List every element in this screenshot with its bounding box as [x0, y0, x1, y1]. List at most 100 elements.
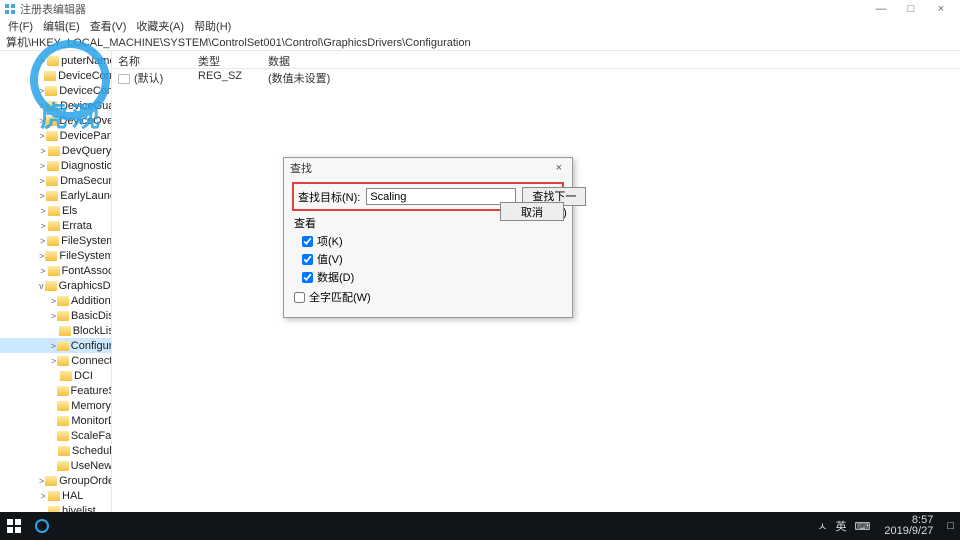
check-data[interactable] — [302, 272, 313, 283]
list-row[interactable]: (默认) REG_SZ (数值未设置) — [112, 69, 960, 85]
tree-item[interactable]: UseNewKey — [0, 458, 111, 473]
expand-arrow-icon[interactable]: > — [50, 311, 57, 321]
col-type[interactable]: 类型 — [192, 51, 262, 68]
tree-label: GraphicsDrivers — [59, 280, 111, 292]
menu-file[interactable]: 件(F) — [4, 18, 37, 34]
expand-arrow-icon[interactable]: v — [38, 281, 45, 291]
tree-item[interactable]: v GraphicsDrivers — [0, 278, 111, 293]
tree-label: DmaSecurity — [60, 175, 111, 187]
expand-arrow-icon[interactable]: > — [38, 191, 46, 201]
col-name[interactable]: 名称 — [112, 51, 192, 68]
tree-label: DevQuery — [62, 145, 111, 157]
menu-help[interactable]: 帮助(H) — [190, 18, 235, 34]
menu-edit[interactable]: 编辑(E) — [39, 18, 84, 34]
expand-arrow-icon[interactable]: > — [38, 266, 48, 276]
tree-item[interactable]: >Els — [0, 203, 111, 218]
tree-item[interactable]: >DeviceOverrid — [0, 113, 111, 128]
tree-item[interactable]: >DeviceContain — [0, 83, 111, 98]
folder-icon — [48, 206, 60, 216]
expand-arrow-icon[interactable]: > — [38, 221, 48, 231]
expand-arrow-icon[interactable]: > — [38, 491, 48, 501]
window-title: 注册表编辑器 — [20, 1, 86, 17]
tray-arrow-icon[interactable]: ㅅ — [817, 518, 827, 534]
tree-label: FeatureSetU — [71, 385, 112, 397]
menu-favorites[interactable]: 收藏夹(A) — [132, 18, 188, 34]
folder-icon — [48, 491, 60, 501]
tree-panel[interactable]: > puterNameDeviceContainers>DeviceContain… — [0, 51, 112, 512]
expand-arrow-icon[interactable]: > — [38, 116, 45, 126]
expand-arrow-icon[interactable]: > — [38, 161, 47, 171]
check-keys[interactable] — [302, 236, 313, 247]
ime-indicator[interactable]: 英 — [836, 518, 847, 534]
system-tray[interactable]: ㅅ 英 ⌨ 8:57 2019/9/27 □ — [811, 515, 960, 537]
check-whole[interactable] — [294, 292, 305, 303]
ime-icon[interactable]: ⌨ — [855, 520, 871, 533]
expand-arrow-icon[interactable]: > — [38, 86, 45, 96]
close-button[interactable]: × — [926, 3, 956, 15]
tree-item[interactable]: >FileSystem — [0, 233, 111, 248]
tree-item[interactable]: BlockList — [0, 323, 111, 338]
maximize-button[interactable]: □ — [896, 3, 926, 15]
tree-label: puterName — [61, 55, 111, 67]
cancel-button[interactable]: 取消 — [500, 202, 564, 221]
clock[interactable]: 8:57 2019/9/27 — [878, 515, 939, 537]
find-target-input[interactable] — [366, 188, 516, 205]
folder-icon — [47, 56, 59, 66]
folder-icon — [60, 371, 72, 381]
address-bar[interactable]: 算机\HKEY_LOCAL_MACHINE\SYSTEM\ControlSet0… — [0, 34, 960, 50]
tree-item[interactable]: >FileSystemUtil — [0, 248, 111, 263]
tree-item[interactable]: MemoryMa — [0, 398, 111, 413]
tree-item[interactable]: DCI — [0, 368, 111, 383]
tree-item[interactable]: >Errata — [0, 218, 111, 233]
expand-arrow-icon[interactable]: > — [38, 176, 46, 186]
notification-icon[interactable]: □ — [947, 520, 954, 532]
tree-item[interactable]: >DevicePanels — [0, 128, 111, 143]
tree-item[interactable]: Scheduler — [0, 443, 111, 458]
tree-item[interactable]: >AdditionalM — [0, 293, 111, 308]
task-app-icon[interactable] — [28, 512, 56, 540]
folder-icon — [45, 86, 57, 96]
tree-item[interactable]: >Connectivit — [0, 353, 111, 368]
tree-item[interactable]: >EarlyLaunch — [0, 188, 111, 203]
tree-item[interactable]: >HAL — [0, 488, 111, 503]
expand-arrow-icon[interactable]: > — [50, 296, 57, 306]
expand-arrow-icon[interactable]: > — [38, 101, 46, 111]
expand-arrow-icon[interactable]: > — [50, 356, 57, 366]
row-data: (数值未设置) — [262, 69, 382, 85]
start-button[interactable] — [0, 512, 28, 540]
tree-item[interactable]: > DmaSecurity — [0, 173, 111, 188]
minimize-button[interactable]: — — [866, 3, 896, 15]
folder-icon — [57, 311, 69, 321]
tree-item[interactable]: FeatureSetU — [0, 383, 111, 398]
tree-item[interactable]: > puterName — [0, 53, 111, 68]
expand-arrow-icon[interactable]: > — [38, 476, 45, 486]
check-values[interactable] — [302, 254, 313, 265]
folder-icon — [45, 476, 57, 486]
col-data[interactable]: 数据 — [262, 51, 382, 68]
tree-item[interactable]: > DevQuery — [0, 143, 111, 158]
tree-item[interactable]: >DeviceGuard — [0, 98, 111, 113]
folder-icon — [47, 161, 59, 171]
expand-arrow-icon[interactable]: > — [38, 131, 46, 141]
tree-item[interactable]: >Diagnostics — [0, 158, 111, 173]
tree-label: MemoryMa — [71, 400, 111, 412]
menu-view[interactable]: 查看(V) — [86, 18, 131, 34]
expand-arrow-icon[interactable]: > — [38, 251, 45, 261]
tree-item[interactable]: DeviceContainers — [0, 68, 111, 83]
tree-item[interactable]: MonitorDat — [0, 413, 111, 428]
dialog-titlebar[interactable]: 查找 × — [284, 158, 572, 178]
expand-arrow-icon[interactable]: > — [38, 56, 47, 66]
expand-arrow-icon[interactable]: > — [38, 146, 48, 156]
expand-arrow-icon[interactable]: > — [50, 341, 57, 351]
tree-item[interactable]: >GroupOrderLis — [0, 473, 111, 488]
tree-item[interactable]: >Configuratio — [0, 338, 111, 353]
tree-label: ScaleFactor — [71, 430, 111, 442]
expand-arrow-icon[interactable]: > — [38, 206, 48, 216]
tree-label: BlockList — [73, 325, 111, 337]
dialog-close-button[interactable]: × — [552, 162, 566, 174]
tree-item[interactable]: ScaleFactor — [0, 428, 111, 443]
expand-arrow-icon[interactable]: > — [38, 236, 47, 246]
tree-item[interactable]: >BasicDispla — [0, 308, 111, 323]
tree-item[interactable]: >FontAssoc — [0, 263, 111, 278]
tree-item[interactable]: hivelist — [0, 503, 111, 512]
